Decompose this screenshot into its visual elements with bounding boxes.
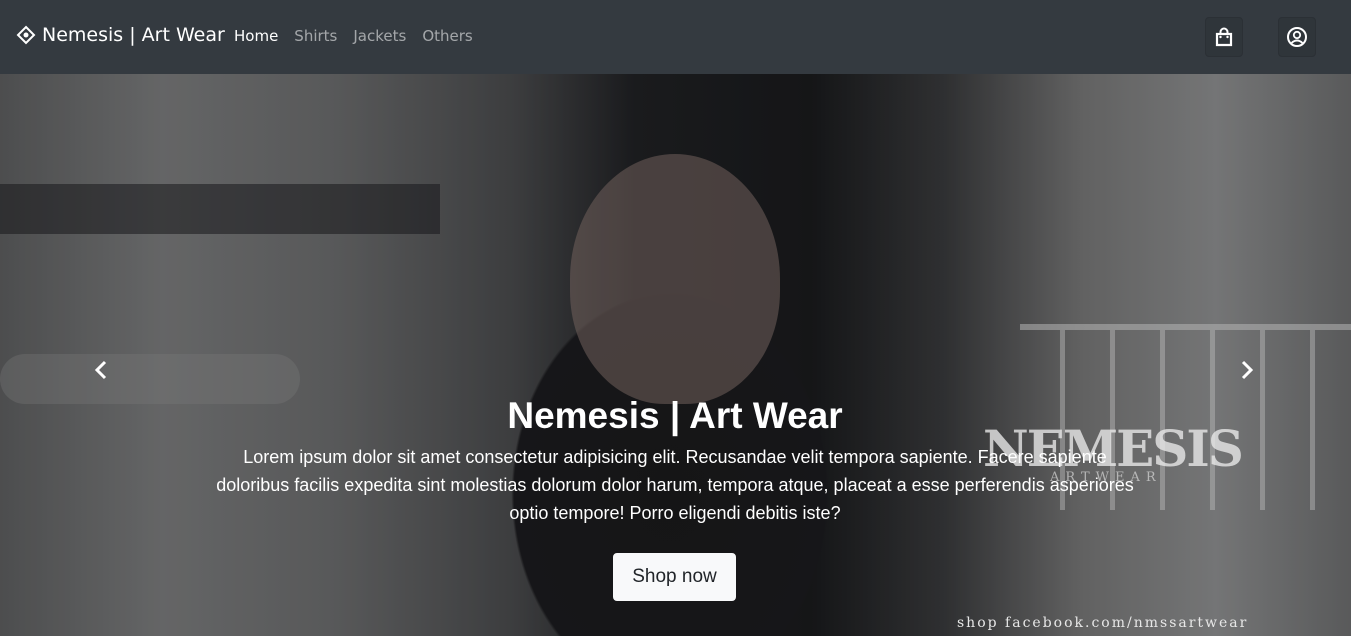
shop-now-button[interactable]: Shop now [613, 553, 736, 601]
nav-link-shirts[interactable]: Shirts [294, 27, 337, 45]
user-circle-icon [1287, 27, 1307, 47]
hero-title: Nemesis | Art Wear [507, 395, 843, 436]
nav-link-home[interactable]: Home [234, 27, 278, 45]
navbar: Nemesis | Art Wear Home Shirts Jackets O… [0, 0, 1351, 74]
brand-link[interactable]: Nemesis | Art Wear [16, 24, 225, 46]
nav-links: Home Shirts Jackets Others [234, 27, 489, 45]
brand-diamond-icon [16, 25, 36, 45]
hero-description: Lorem ipsum dolor sit amet consectetur a… [216, 446, 1134, 523]
nav-link-jackets[interactable]: Jackets [353, 27, 406, 45]
account-button[interactable] [1278, 17, 1316, 57]
shopping-bag-icon [1215, 27, 1233, 47]
carousel-caption: Nemesis | Art Wear Lorem ipsum dolor sit… [215, 395, 1135, 527]
nav-link-others[interactable]: Others [422, 27, 472, 45]
carousel-prev-icon[interactable] [91, 359, 111, 381]
cart-button[interactable] [1205, 17, 1243, 57]
carousel-next-icon[interactable] [1237, 359, 1257, 381]
brand-label: Nemesis | Art Wear [42, 24, 225, 46]
hero-overlay [0, 74, 1351, 636]
facebook-watermark: shop facebook.com/nmssartwear [957, 615, 1249, 631]
hero-carousel: NEMESIS ARTWEAR shop facebook.com/nmssar… [0, 74, 1351, 636]
